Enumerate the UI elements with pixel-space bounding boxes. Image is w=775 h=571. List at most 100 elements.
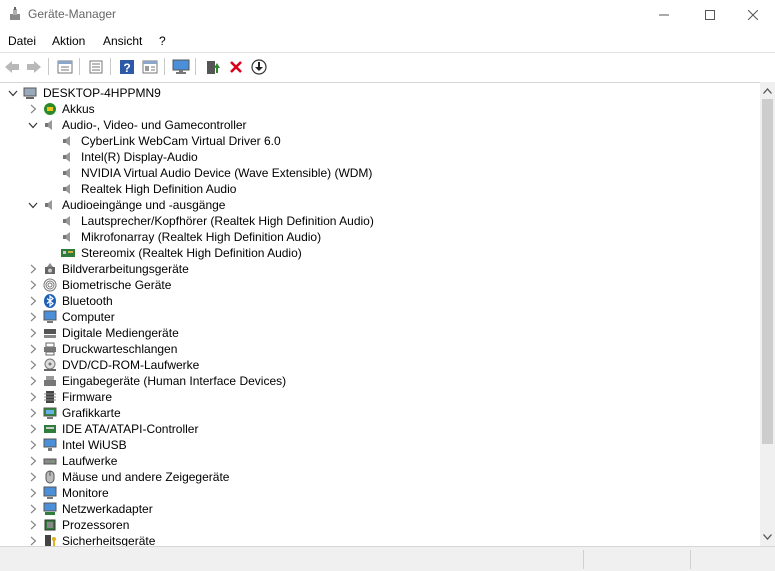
tree-category[interactable]: Bluetooth bbox=[0, 293, 760, 309]
tree-category[interactable]: Digitale Mediengeräte bbox=[0, 325, 760, 341]
scroll-up-button[interactable] bbox=[760, 84, 775, 98]
printer-icon bbox=[44, 342, 56, 356]
update-driver-button[interactable] bbox=[203, 57, 223, 76]
menu-aktion[interactable]: Aktion bbox=[52, 34, 85, 48]
device-tree[interactable]: DESKTOP-4HPPMN9 Akkus Audio-, Video- und G… bbox=[0, 82, 760, 546]
tree-category[interactable]: Computer bbox=[0, 309, 760, 325]
vertical-scrollbar[interactable] bbox=[760, 82, 775, 546]
tree-item-label: DVD/CD-ROM-Laufwerke bbox=[62, 358, 200, 372]
chevron-right-icon[interactable] bbox=[27, 311, 39, 323]
tree-device[interactable]: CyberLink WebCam Virtual Driver 6.0 bbox=[0, 133, 760, 149]
tree-category[interactable]: Druckwarteschlangen bbox=[0, 341, 760, 357]
tree-category[interactable]: Netzwerkadapter bbox=[0, 501, 760, 517]
network-monitor-icon bbox=[43, 438, 57, 451]
tree-item-label: Mäuse und andere Zeigegeräte bbox=[62, 470, 230, 484]
close-icon bbox=[748, 10, 758, 20]
tree-category[interactable]: IDE ATA/ATAPI-Controller bbox=[0, 421, 760, 437]
tree-category[interactable]: Audio-, Video- und Gamecontroller bbox=[0, 117, 760, 133]
scan-hardware-button[interactable] bbox=[171, 57, 191, 76]
tree-device[interactable]: Stereomix (Realtek High Definition Audio… bbox=[0, 245, 760, 261]
chevron-right-icon[interactable] bbox=[27, 471, 39, 483]
tree-category[interactable]: Audioeingänge und -ausgänge bbox=[0, 197, 760, 213]
chevron-right-icon[interactable] bbox=[27, 519, 39, 531]
tree-device[interactable]: Intel(R) Display-Audio bbox=[0, 149, 760, 165]
tree-category[interactable]: Biometrische Geräte bbox=[0, 277, 760, 293]
menu-ansicht[interactable]: Ansicht bbox=[103, 34, 142, 48]
tree-device[interactable]: Mikrofonarray (Realtek High Definition A… bbox=[0, 229, 760, 245]
chevron-right-icon[interactable] bbox=[27, 359, 39, 371]
speaker-icon bbox=[63, 136, 70, 146]
tree-category[interactable]: Eingabegeräte (Human Interface Devices) bbox=[0, 373, 760, 389]
scroll-down-button[interactable] bbox=[760, 530, 775, 544]
chevron-right-icon[interactable] bbox=[27, 487, 39, 499]
minimize-button[interactable] bbox=[641, 0, 687, 30]
chevron-right-icon[interactable] bbox=[27, 535, 39, 546]
tree-category[interactable]: Akkus bbox=[0, 101, 760, 117]
tree-category[interactable]: Grafikkarte bbox=[0, 405, 760, 421]
tree-device[interactable]: Lautsprecher/Kopfhörer (Realtek High Def… bbox=[0, 213, 760, 229]
scroll-thumb[interactable] bbox=[762, 99, 773, 444]
tree-item-label: Intel WiUSB bbox=[62, 438, 127, 452]
svg-text:?: ? bbox=[123, 61, 130, 75]
toolbar-separator bbox=[79, 58, 80, 75]
chevron-right-icon[interactable] bbox=[27, 407, 39, 419]
chevron-right-icon[interactable] bbox=[27, 503, 39, 515]
tree-item-label: CyberLink WebCam Virtual Driver 6.0 bbox=[81, 134, 281, 148]
chevron-right-icon[interactable] bbox=[27, 279, 39, 291]
tree-category[interactable]: Prozessoren bbox=[0, 517, 760, 533]
chevron-right-icon[interactable] bbox=[27, 263, 39, 275]
tree-category[interactable]: Bildverarbeitungsgeräte bbox=[0, 261, 760, 277]
tree-item-label: Akkus bbox=[62, 102, 95, 116]
download-icon bbox=[251, 58, 267, 75]
tree-item-label: Stereomix (Realtek High Definition Audio… bbox=[81, 246, 302, 260]
chevron-down-icon[interactable] bbox=[27, 199, 39, 211]
tree-device[interactable]: Realtek High Definition Audio bbox=[0, 181, 760, 197]
menu-help[interactable]: ? bbox=[159, 34, 166, 48]
processor-icon bbox=[44, 519, 56, 531]
back-button[interactable] bbox=[2, 57, 22, 76]
bluetooth-icon bbox=[44, 294, 56, 308]
chevron-right-icon[interactable] bbox=[27, 391, 39, 403]
tree-category[interactable]: Sicherheitsgeräte bbox=[0, 533, 760, 546]
chevron-right-icon[interactable] bbox=[27, 327, 39, 339]
maximize-button[interactable] bbox=[687, 0, 733, 30]
toolbar: ? bbox=[0, 52, 775, 79]
list-view-button[interactable] bbox=[86, 57, 106, 76]
tree-item-label: Biometrische Geräte bbox=[62, 278, 172, 292]
chevron-down-icon[interactable] bbox=[27, 119, 39, 131]
tree-item-label: Grafikkarte bbox=[62, 406, 121, 420]
ide-controller-icon bbox=[44, 425, 56, 433]
close-button[interactable] bbox=[731, 0, 775, 30]
tree-category[interactable]: DVD/CD-ROM-Laufwerke bbox=[0, 357, 760, 373]
chevron-down-icon[interactable] bbox=[7, 87, 19, 99]
chevron-right-icon[interactable] bbox=[27, 439, 39, 451]
forward-button[interactable] bbox=[24, 57, 44, 76]
grid-view-button[interactable] bbox=[140, 57, 160, 76]
properties-view-button[interactable] bbox=[55, 57, 75, 76]
tree-item-label: Intel(R) Display-Audio bbox=[81, 150, 198, 164]
forward-icon bbox=[27, 60, 41, 73]
display-adapter-icon bbox=[43, 407, 57, 419]
tree-device[interactable]: NVIDIA Virtual Audio Device (Wave Extens… bbox=[0, 165, 760, 181]
tree-category[interactable]: Mäuse und andere Zeigegeräte bbox=[0, 469, 760, 485]
install-download-button[interactable] bbox=[249, 57, 269, 76]
tree-category[interactable]: Intel WiUSB bbox=[0, 437, 760, 453]
tree-root[interactable]: DESKTOP-4HPPMN9 bbox=[0, 85, 760, 101]
chevron-right-icon[interactable] bbox=[27, 295, 39, 307]
help-button[interactable]: ? bbox=[117, 57, 137, 76]
uninstall-device-button[interactable] bbox=[226, 57, 246, 76]
tree-category[interactable]: Laufwerke bbox=[0, 453, 760, 469]
chevron-right-icon[interactable] bbox=[27, 423, 39, 435]
chevron-right-icon[interactable] bbox=[27, 343, 39, 355]
title-bar: Geräte-Manager bbox=[0, 0, 775, 30]
tree-category[interactable]: Monitore bbox=[0, 485, 760, 501]
chevron-right-icon[interactable] bbox=[27, 455, 39, 467]
tree-item-label: Bildverarbeitungsgeräte bbox=[62, 262, 189, 276]
window-title: Geräte-Manager bbox=[28, 7, 117, 21]
tree-category[interactable]: Firmware bbox=[0, 389, 760, 405]
menu-datei[interactable]: Datei bbox=[8, 34, 36, 48]
monitor-icon bbox=[43, 310, 57, 323]
chevron-right-icon[interactable] bbox=[27, 375, 39, 387]
speaker-icon bbox=[45, 200, 52, 210]
chevron-right-icon[interactable] bbox=[27, 103, 39, 115]
